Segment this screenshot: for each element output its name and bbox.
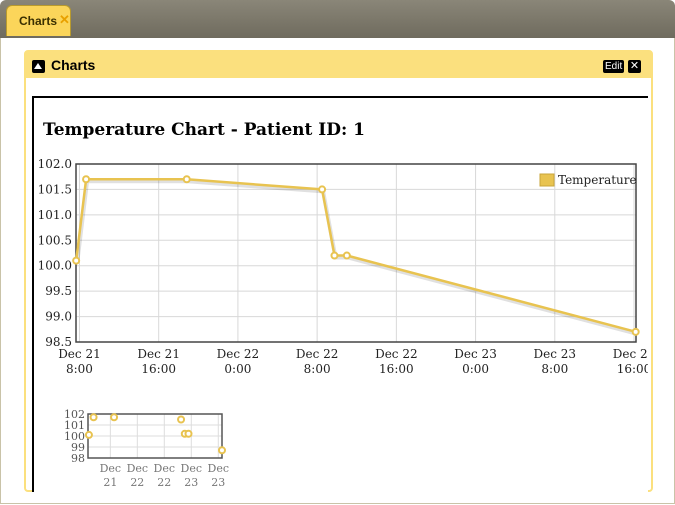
y-tick-label: 102.0 bbox=[38, 157, 72, 171]
data-point bbox=[318, 185, 327, 194]
y-tick-label: 99.5 bbox=[45, 284, 72, 298]
x-tick-label: Dec 22 16:00 bbox=[375, 347, 418, 376]
overview-x-tick-label: Dec 23 bbox=[208, 462, 230, 489]
y-tick-label: 100.0 bbox=[38, 259, 72, 273]
overview-point bbox=[184, 429, 193, 438]
x-tick-label: Dec 2316:00 bbox=[613, 347, 648, 376]
close-x-icon[interactable]: ✕ bbox=[59, 12, 70, 28]
y-tick-label: 99.0 bbox=[45, 310, 72, 324]
x-tick-label: Dec 23 8:00 bbox=[534, 347, 577, 376]
edit-button[interactable]: Edit bbox=[603, 60, 625, 73]
y-tick-label: 100.5 bbox=[38, 233, 72, 247]
data-point bbox=[631, 327, 640, 336]
legend-label: Temperature bbox=[558, 173, 637, 187]
x-tick-label: Dec 22 8:00 bbox=[296, 347, 339, 376]
y-tick-label: 101.5 bbox=[38, 182, 72, 196]
x-tick-label: Dec 22 0:00 bbox=[217, 347, 260, 376]
tab-bar: Charts ✕ bbox=[0, 0, 675, 38]
x-tick-label: Dec 21 16:00 bbox=[137, 347, 180, 376]
legend-swatch bbox=[539, 173, 555, 187]
overview-point bbox=[84, 430, 93, 439]
overview-x-tick-label: Dec 23 bbox=[181, 462, 203, 489]
data-point bbox=[182, 175, 191, 184]
overview-x-tick-label: Dec 22 bbox=[154, 462, 176, 489]
overview-point bbox=[89, 413, 98, 422]
charts-portlet: Charts Edit ✕ Temperature Chart - Patien… bbox=[24, 50, 653, 492]
chart-panel: Temperature Chart - Patient ID: 1 102.0 1… bbox=[32, 96, 648, 492]
overview-x-tick-label: Dec 22 bbox=[127, 462, 149, 489]
collapse-triangle-icon[interactable] bbox=[32, 60, 45, 73]
tab-charts[interactable]: Charts ✕ bbox=[6, 5, 71, 36]
tab-label[interactable]: Charts bbox=[19, 14, 57, 28]
y-tick-label: 101.0 bbox=[38, 208, 72, 222]
data-point bbox=[330, 251, 339, 260]
overview-y-tick-label: 98 bbox=[71, 452, 85, 465]
overview-x-tick-label: Dec 21 bbox=[100, 462, 122, 489]
x-tick-label: Dec 21 8:00 bbox=[58, 347, 101, 376]
overview-point bbox=[218, 446, 226, 455]
data-point bbox=[82, 175, 91, 184]
series-line-temperature bbox=[74, 178, 637, 334]
portlet-title: Charts bbox=[51, 57, 96, 73]
close-icon[interactable]: ✕ bbox=[628, 60, 641, 73]
chart-svg: 102.0101.5101.0100.5100.099.599.098.5Dec… bbox=[38, 157, 648, 489]
overview-point bbox=[110, 413, 119, 422]
overview-point bbox=[177, 415, 186, 424]
data-point bbox=[342, 251, 351, 260]
data-point bbox=[72, 256, 81, 265]
plot-frame bbox=[75, 163, 637, 343]
x-tick-label: Dec 23 0:00 bbox=[454, 347, 497, 376]
portlet-header: Charts Edit ✕ bbox=[26, 52, 651, 78]
